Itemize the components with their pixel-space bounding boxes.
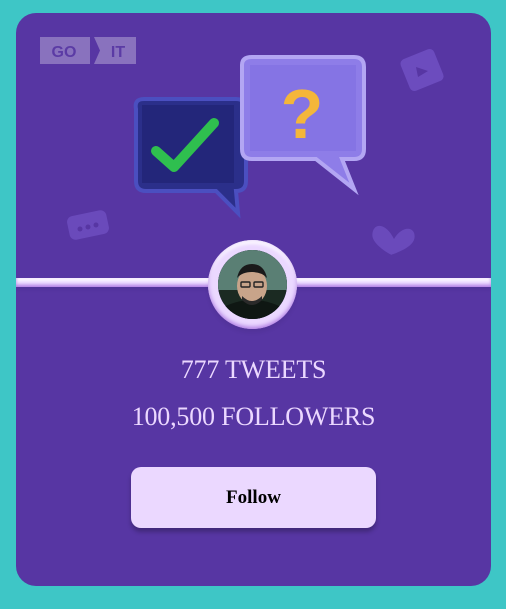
goit-logo: GO IT: [40, 37, 136, 64]
svg-text:GO: GO: [52, 44, 77, 61]
follow-button[interactable]: Follow: [131, 467, 376, 528]
tweets-count: 777 TWEETS: [180, 355, 327, 384]
check-bubble-icon: [133, 97, 248, 219]
floating-play-icon: [400, 49, 444, 91]
followers-count: 100,500 FOLLOWERS: [131, 402, 376, 431]
avatar-frame: [208, 240, 297, 329]
svg-text:IT: IT: [111, 44, 125, 61]
floating-comment-icon: [67, 210, 109, 240]
question-mark-glyph: ?: [281, 75, 324, 153]
floating-heart-icon: [372, 225, 415, 255]
user-card: ? GO IT 777 TWEETS 100,500 FOLLOWERS Fol…: [16, 13, 491, 586]
avatar: [218, 250, 287, 319]
